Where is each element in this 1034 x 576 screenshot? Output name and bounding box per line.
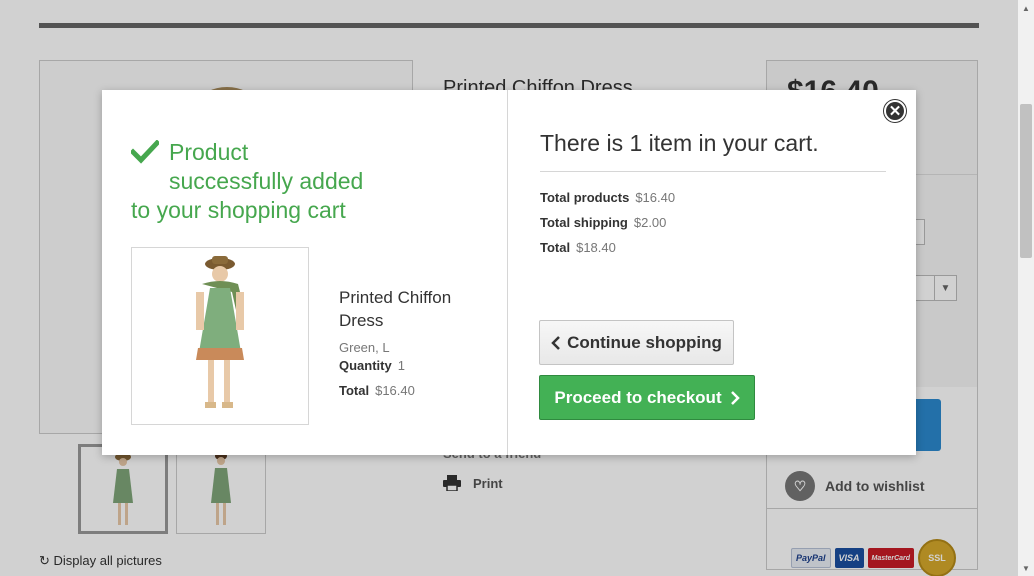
total-value: $16.40 <box>375 383 415 398</box>
continue-shopping-button[interactable]: Continue shopping <box>539 320 734 365</box>
added-product-total: Total $16.40 <box>339 383 415 398</box>
total-shipping-label: Total shipping <box>540 215 628 230</box>
total-products-value: $16.40 <box>635 190 676 205</box>
added-to-cart-modal: Product successfully added to your shopp… <box>102 90 916 455</box>
close-icon[interactable]: ✕ <box>884 100 906 122</box>
cart-total-label: Total <box>540 240 571 255</box>
added-product-quantity: Quantity 1 <box>339 358 405 373</box>
success-line-1: Product <box>169 139 249 165</box>
total-label: Total <box>339 383 370 398</box>
cart-count-heading: There is 1 item in your cart. <box>540 130 819 156</box>
success-message: Product successfully added to your shopp… <box>131 138 401 225</box>
checkmark-icon <box>131 140 159 164</box>
success-line-3: to your shopping cart <box>131 197 346 223</box>
total-shipping-row: Total shipping $2.00 <box>540 215 666 230</box>
total-products-label: Total products <box>540 190 630 205</box>
cart-total-row: Total $18.40 <box>540 240 616 255</box>
scrollbar-thumb[interactable] <box>1020 104 1032 258</box>
proceed-to-checkout-label: Proceed to checkout <box>554 387 722 407</box>
quantity-label: Quantity <box>339 358 392 373</box>
quantity-value: 1 <box>397 358 405 373</box>
scroll-down-arrow-icon[interactable]: ▼ <box>1018 560 1034 576</box>
cart-total-value: $18.40 <box>576 240 616 255</box>
total-products-row: Total products $16.40 <box>540 190 675 205</box>
total-shipping-value: $2.00 <box>633 215 667 230</box>
continue-shopping-label: Continue shopping <box>567 332 722 352</box>
chevron-left-icon <box>551 335 560 350</box>
divider <box>540 171 886 172</box>
scroll-up-arrow-icon[interactable]: ▲ <box>1018 0 1034 16</box>
added-product-panel: Product successfully added to your shopp… <box>102 90 508 455</box>
success-line-2: successfully added <box>169 168 364 194</box>
added-product-attributes: Green, L <box>339 340 390 355</box>
proceed-to-checkout-button[interactable]: Proceed to checkout <box>539 375 755 420</box>
dress-image <box>196 256 244 408</box>
vertical-scrollbar[interactable]: ▲ ▼ <box>1018 0 1034 576</box>
chevron-right-icon <box>730 390 740 405</box>
added-product-image <box>131 247 309 425</box>
cart-summary-panel: There is 1 item in your cart. Total prod… <box>509 90 916 455</box>
added-product-name: Printed Chiffon Dress <box>339 288 452 330</box>
